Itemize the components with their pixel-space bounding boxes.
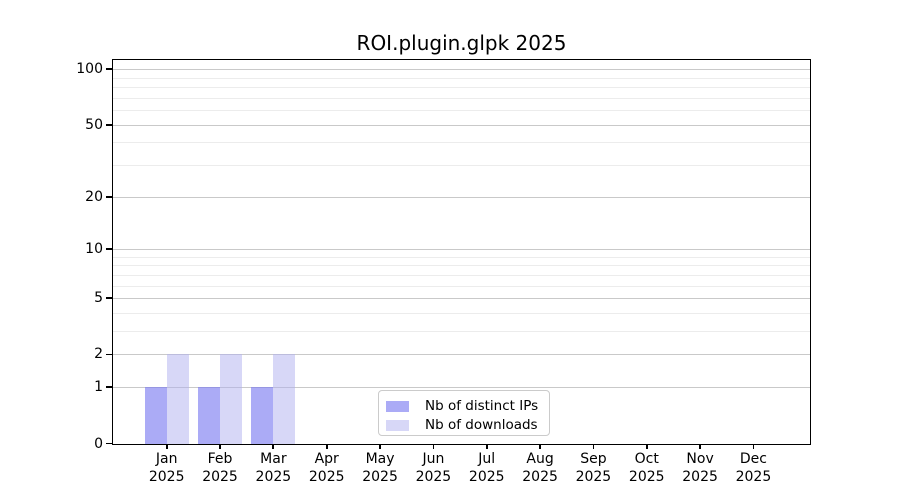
y-tick-label: 5 (94, 290, 103, 307)
bar-distinct-ips (251, 387, 274, 444)
legend-entry-downloads: Nb of downloads (386, 416, 541, 435)
y-tick-label: 20 (85, 188, 103, 205)
gridline-minor (113, 142, 810, 144)
x-tick (539, 443, 541, 449)
x-tick (165, 443, 168, 449)
gridline-minor (113, 77, 810, 79)
legend-swatch-downloads (386, 419, 409, 431)
gridline-minor (113, 331, 810, 333)
gridline-minor (113, 285, 810, 287)
y-tick (106, 123, 112, 126)
y-tick (106, 68, 112, 71)
legend: Nb of distinct IPs Nb of downloads (378, 389, 550, 436)
x-tick (325, 443, 328, 449)
x-tick (699, 443, 701, 449)
x-tick-label: Dec 2025 (713, 451, 793, 486)
x-tick (432, 443, 435, 449)
gridline-minor (113, 87, 810, 89)
gridline-minor (113, 313, 810, 314)
x-tick (592, 443, 595, 449)
x-tick (485, 443, 488, 449)
gridline-major (113, 196, 810, 198)
y-tick-label: 10 (85, 241, 103, 258)
x-tick (219, 443, 221, 449)
gridline-minor (113, 165, 810, 167)
gridline-major (113, 249, 810, 251)
y-tick-label: 1 (94, 379, 103, 396)
legend-label-downloads: Nb of downloads (425, 417, 538, 433)
legend-swatch-distinct-ips (386, 400, 409, 412)
gridline-major (113, 124, 810, 126)
y-tick (106, 386, 112, 389)
y-tick-label: 100 (76, 61, 103, 78)
y-tick (106, 442, 112, 445)
bar-downloads (220, 354, 243, 444)
bar-distinct-ips (144, 387, 167, 444)
gridline-minor (113, 110, 810, 112)
legend-label-distinct-ips: Nb of distinct IPs (425, 398, 539, 414)
y-tick-label: 2 (94, 346, 103, 363)
gridline-major (113, 298, 810, 300)
gridline-minor (113, 274, 810, 276)
plot-area: Nb of distinct IPs Nb of downloads (112, 58, 811, 445)
bar-distinct-ips (198, 387, 221, 444)
gridline-minor (113, 97, 810, 99)
gridline-minor (113, 265, 810, 267)
bar-downloads (166, 354, 189, 444)
chart-title: ROI.plugin.glpk 2025 (356, 31, 567, 55)
x-tick (379, 443, 381, 449)
plot-canvas (113, 60, 810, 444)
x-tick (645, 443, 648, 449)
x-tick (272, 443, 275, 449)
y-tick (106, 248, 112, 250)
x-tick-month: Dec (739, 451, 767, 467)
chart-figure: ROI.plugin.glpk 2025 Nb of distinct IPs … (0, 0, 900, 500)
gridline-minor (113, 256, 810, 258)
gridline-major (113, 354, 810, 356)
y-tick (106, 195, 112, 198)
legend-entry-distinct-ips: Nb of distinct IPs (386, 397, 541, 416)
y-tick-label: 50 (85, 116, 103, 133)
gridline-major (113, 69, 810, 71)
x-tick (752, 443, 755, 449)
y-tick (106, 353, 112, 356)
bar-downloads (273, 354, 296, 444)
x-tick-year: 2025 (735, 468, 772, 485)
y-tick-label: 0 (94, 435, 103, 452)
y-tick (106, 297, 112, 300)
